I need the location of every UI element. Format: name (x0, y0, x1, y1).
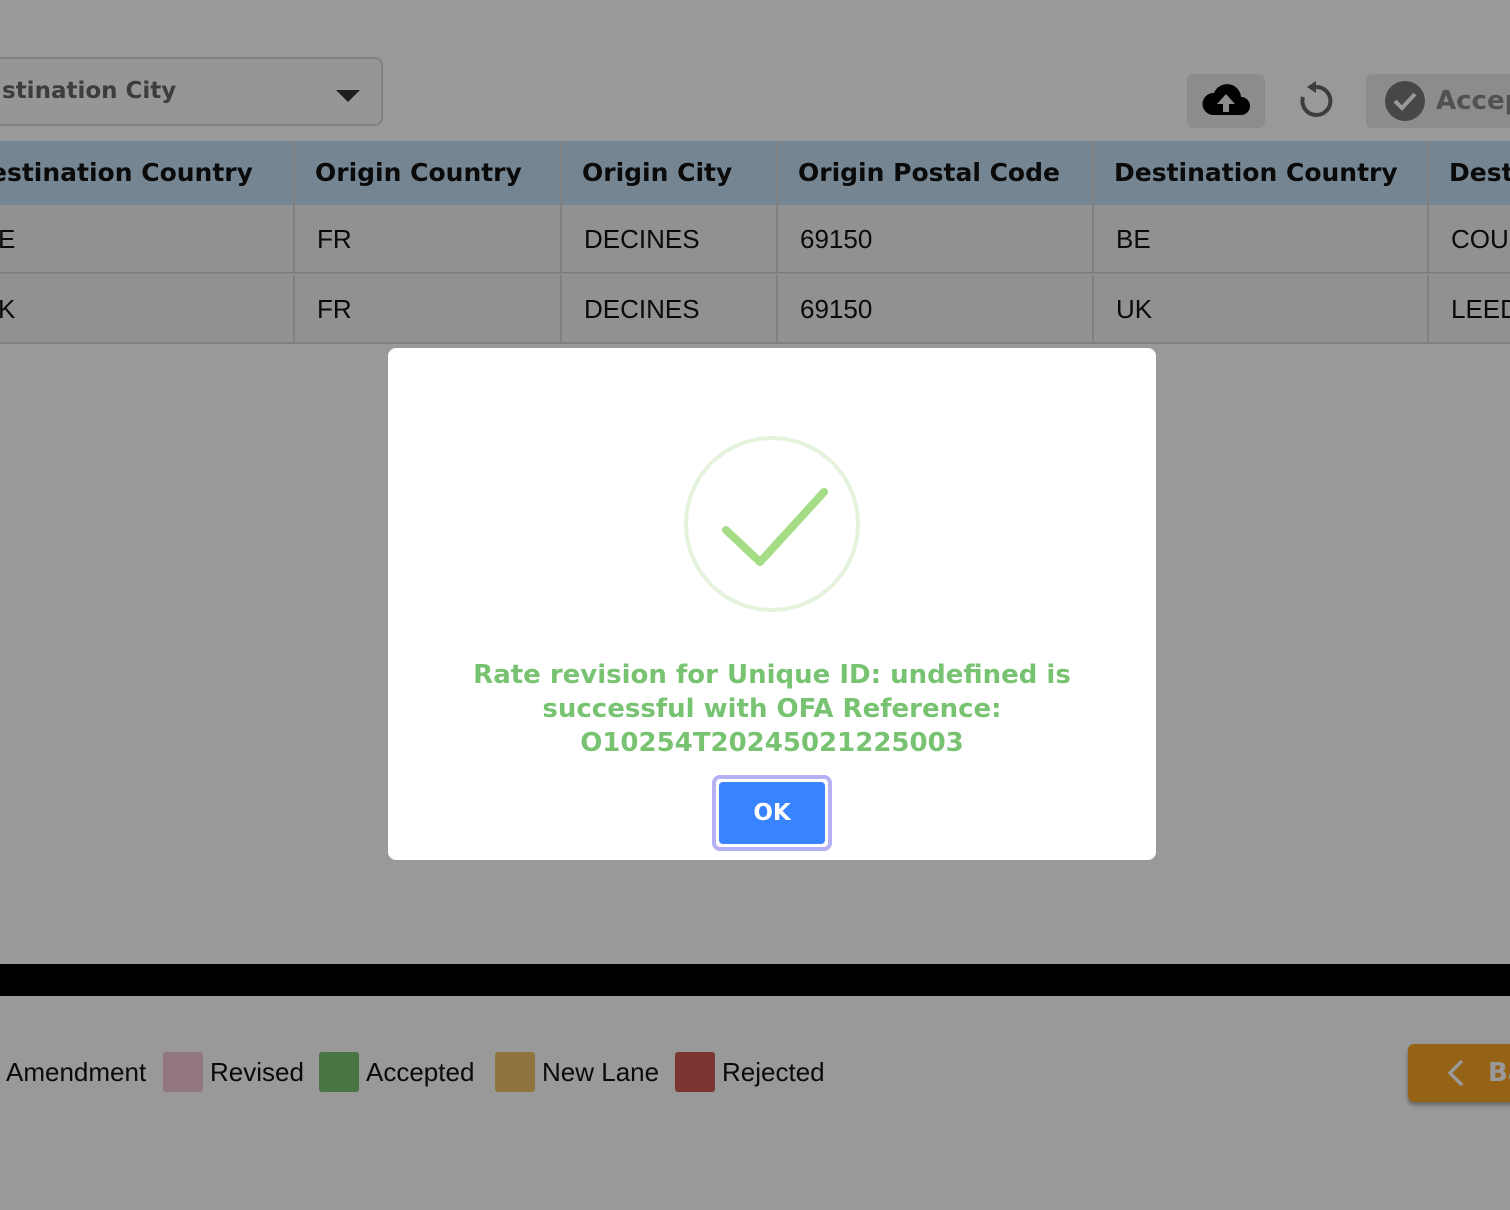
check-mark-icon (722, 488, 828, 566)
ok-button[interactable]: OK (719, 782, 825, 844)
ok-button-focus-ring: OK (712, 775, 832, 851)
success-check-icon (684, 436, 860, 612)
success-dialog: Rate revision for Unique ID: undefined i… (388, 348, 1156, 860)
success-message: Rate revision for Unique ID: undefined i… (473, 660, 1071, 758)
rate-grid-page: stination City Accep estination Country … (0, 0, 1510, 1210)
